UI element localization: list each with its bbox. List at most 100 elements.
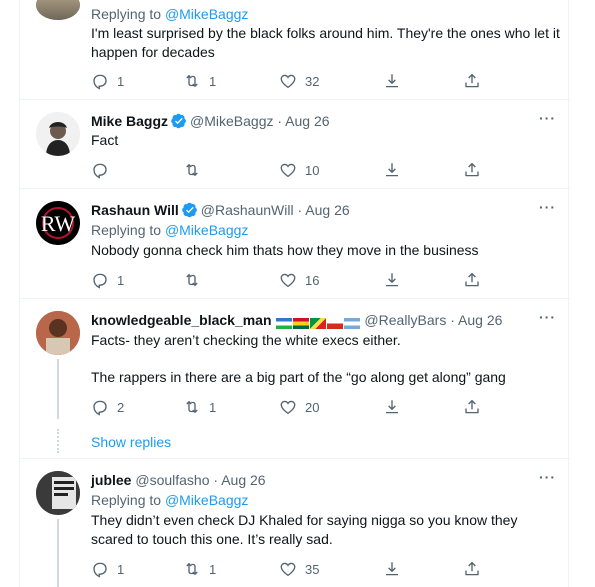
more-icon[interactable]: ··· xyxy=(539,469,556,485)
flag-icon xyxy=(326,317,343,329)
reply-handle-link[interactable]: @MikeBaggz xyxy=(165,6,248,22)
tweet-text: I'm least surprised by the black folks a… xyxy=(91,25,560,60)
tweet-0[interactable]: Replying to @MikeBaggz I'm least surpris… xyxy=(20,0,570,100)
retweet-button[interactable] xyxy=(183,160,209,180)
reply-prefix: Replying to xyxy=(91,222,162,238)
tweet-4[interactable]: jublee @soulfasho · Aug 26 ··· Replying … xyxy=(20,459,570,587)
reply-icon xyxy=(91,560,109,578)
tweet-header: knowledgeable_black_man @ReallyBars · Au… xyxy=(91,311,502,331)
avatar[interactable] xyxy=(36,311,80,355)
reply-button[interactable]: 1 xyxy=(91,270,124,290)
share-button[interactable] xyxy=(383,559,401,579)
tweet-text: Nobody gonna check him thats how they mo… xyxy=(91,242,479,258)
share-icon xyxy=(383,72,401,90)
retweet-button[interactable]: 1 xyxy=(183,397,216,417)
flag-emojis xyxy=(275,313,361,331)
tweet-date[interactable]: Aug 26 xyxy=(285,113,329,129)
like-button[interactable]: 10 xyxy=(279,160,319,180)
like-icon xyxy=(279,560,297,578)
upload-icon xyxy=(463,560,481,578)
more-icon[interactable]: ··· xyxy=(539,309,556,325)
reply-button[interactable] xyxy=(91,160,117,180)
tweet-text: Fact xyxy=(91,132,119,148)
avatar[interactable] xyxy=(36,471,80,515)
flag-icon xyxy=(292,317,309,329)
tweet-1[interactable]: Mike Baggz @MikeBaggz · Aug 26 ··· Fact 1… xyxy=(20,100,570,189)
show-replies-link[interactable]: Show replies xyxy=(91,434,171,450)
author-handle[interactable]: @ReallyBars xyxy=(364,312,446,328)
separator: · xyxy=(277,113,283,129)
upload-button[interactable] xyxy=(463,160,481,180)
share-button[interactable] xyxy=(383,397,401,417)
retweet-count: 1 xyxy=(209,561,217,577)
tweet-date[interactable]: Aug 26 xyxy=(305,202,349,218)
separator: · xyxy=(213,472,219,488)
share-button[interactable] xyxy=(383,270,401,290)
upload-icon xyxy=(463,398,481,416)
tweet-text: They didn’t even check DJ Khaled for say… xyxy=(91,512,518,547)
share-icon xyxy=(383,161,401,179)
share-button[interactable] xyxy=(383,71,401,91)
upload-button[interactable] xyxy=(463,559,481,579)
like-count: 32 xyxy=(305,73,320,89)
like-count: 20 xyxy=(305,399,320,415)
author-handle[interactable]: @MikeBaggz xyxy=(190,113,273,129)
reply-count: 1 xyxy=(117,561,125,577)
reply-context: Replying to @MikeBaggz xyxy=(91,491,248,509)
retweet-button[interactable]: 1 xyxy=(183,71,216,91)
tweet-header: Rashaun Will @RashaunWill · Aug 26 xyxy=(91,201,350,219)
retweet-count: 1 xyxy=(209,73,217,89)
tweet-text-paragraph-2: The rappers in there are a big part of t… xyxy=(91,369,506,385)
like-button[interactable]: 35 xyxy=(279,559,319,579)
tweet-text: Facts- they aren’t checking the white ex… xyxy=(91,332,401,348)
reply-button[interactable]: 2 xyxy=(91,397,124,417)
retweet-button[interactable] xyxy=(183,270,209,290)
retweet-button[interactable]: 1 xyxy=(183,559,216,579)
tweet-actions: 10 xyxy=(91,160,561,180)
author-handle[interactable]: @RashaunWill xyxy=(201,202,294,218)
avatar[interactable] xyxy=(36,0,80,20)
reply-button[interactable]: 1 xyxy=(91,559,124,579)
author-name[interactable]: knowledgeable_black_man xyxy=(91,312,272,328)
timeline-column: Replying to @MikeBaggz I'm least surpris… xyxy=(19,0,570,587)
upload-button[interactable] xyxy=(463,397,481,417)
tweet-date[interactable]: Aug 26 xyxy=(458,312,502,328)
author-handle[interactable]: @soulfasho xyxy=(135,472,209,488)
more-icon[interactable]: ··· xyxy=(539,110,556,126)
tweet-header: jublee @soulfasho · Aug 26 xyxy=(91,471,266,489)
like-button[interactable]: 32 xyxy=(279,71,319,91)
reply-handle-link[interactable]: @MikeBaggz xyxy=(165,492,248,508)
thread-line xyxy=(57,359,59,419)
author-name[interactable]: jublee xyxy=(91,472,131,488)
reply-prefix: Replying to xyxy=(91,6,162,22)
like-button[interactable]: 16 xyxy=(279,270,319,290)
tweet-actions: 1 1 32 xyxy=(91,71,561,91)
tweet-date[interactable]: Aug 26 xyxy=(221,472,265,488)
like-icon xyxy=(279,398,297,416)
like-button[interactable]: 20 xyxy=(279,397,319,417)
more-icon[interactable]: ··· xyxy=(539,199,556,215)
avatar-monogram: RW xyxy=(41,211,75,236)
reply-context: Replying to @MikeBaggz xyxy=(91,221,248,239)
reply-context: Replying to @MikeBaggz xyxy=(91,5,248,23)
author-name[interactable]: Rashaun Will xyxy=(91,202,179,218)
reply-prefix: Replying to xyxy=(91,492,162,508)
thread-dots xyxy=(57,429,59,453)
like-count: 10 xyxy=(305,162,320,178)
tweet-2[interactable]: RW Rashaun Will @RashaunWill · Aug 26 ···… xyxy=(20,189,570,299)
avatar[interactable] xyxy=(36,112,80,156)
like-icon xyxy=(279,72,297,90)
share-button[interactable] xyxy=(383,160,401,180)
reply-count: 2 xyxy=(117,399,125,415)
flag-icon xyxy=(309,317,326,329)
author-name[interactable]: Mike Baggz xyxy=(91,113,168,129)
reply-count: 1 xyxy=(117,272,125,288)
retweet-icon xyxy=(183,398,201,416)
share-icon xyxy=(383,560,401,578)
upload-button[interactable] xyxy=(463,71,481,91)
reply-button[interactable]: 1 xyxy=(91,71,124,91)
tweet-3[interactable]: knowledgeable_black_man @ReallyBars · Au… xyxy=(20,299,570,459)
avatar[interactable]: RW xyxy=(36,201,80,245)
upload-button[interactable] xyxy=(463,270,481,290)
reply-handle-link[interactable]: @MikeBaggz xyxy=(165,222,248,238)
